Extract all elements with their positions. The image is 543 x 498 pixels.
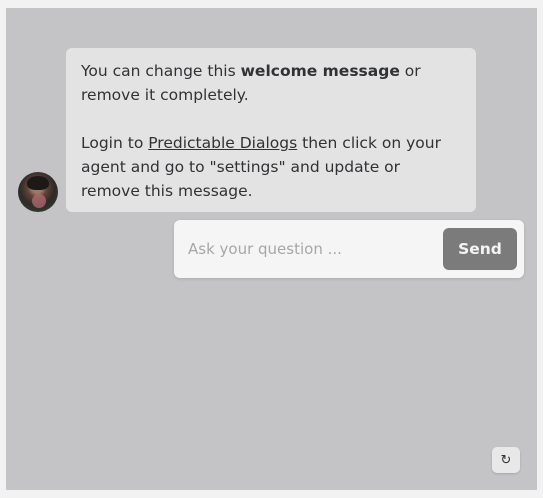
bot-avatar [18,172,58,212]
welcome-text-1: You can change this [81,62,241,80]
restart-icon: ↻ [500,452,512,468]
chat-panel: You can change this welcome message or r… [6,8,537,490]
restart-button[interactable]: ↻ [492,447,520,473]
welcome-text-bold: welcome message [240,62,400,80]
message-input-bar: Send [174,220,524,278]
welcome-message-bubble: You can change this welcome message or r… [66,48,476,212]
predictable-dialogs-link[interactable]: Predictable Dialogs [148,134,297,152]
send-button[interactable]: Send [443,228,517,270]
question-input[interactable] [188,230,428,268]
welcome-paragraph-2: Login to Predictable Dialogs then click … [81,131,461,203]
welcome-paragraph-1: You can change this welcome message or r… [81,59,461,107]
welcome-text-2: Login to [81,134,149,152]
